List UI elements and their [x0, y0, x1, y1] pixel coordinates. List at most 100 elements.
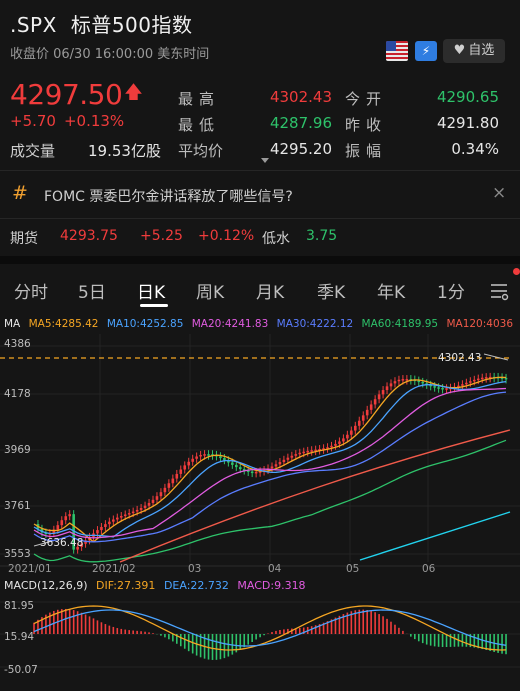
candle-body: [131, 511, 135, 514]
candle-body: [393, 381, 397, 384]
candle-body: [445, 388, 448, 390]
symbol-name: 标普500指数: [70, 13, 193, 37]
candle-body: [270, 466, 274, 469]
high-value: 4302.43: [269, 88, 332, 106]
candle-body: [231, 462, 234, 465]
tab-quarterly-k[interactable]: 季K: [317, 278, 345, 303]
candle-body: [461, 384, 464, 386]
up-arrow-icon: 🡅: [124, 82, 143, 103]
tab-1min[interactable]: 1分: [437, 278, 465, 303]
candle-body: [369, 404, 373, 410]
candle-body: [119, 515, 123, 518]
avg-label: 平均价: [178, 142, 224, 160]
amplitude-value: 0.34%: [451, 140, 499, 158]
candle-body: [350, 430, 353, 435]
futures-change-pct: +0.12%: [198, 228, 255, 244]
ma20-value: MA20:4241.83: [191, 318, 269, 330]
open-value: 4290.65: [436, 88, 499, 106]
chart-period-tabs: 分时 5日 日K 周K 月K 季K 年K 1分: [0, 266, 520, 310]
tab-5day[interactable]: 5日: [78, 278, 106, 303]
candle-body: [476, 378, 480, 381]
active-tab-indicator: [140, 304, 168, 307]
candle-body: [274, 464, 278, 467]
candle-body: [96, 530, 99, 534]
ma5-value: MA5:4285.42: [28, 318, 99, 330]
high-label: 最高: [178, 90, 221, 108]
macd-y-tick: 15.94: [4, 631, 35, 643]
candle-body: [155, 496, 159, 500]
x-tick-label: 03: [188, 563, 202, 575]
candle-body: [290, 455, 294, 458]
heart-icon: ♥: [453, 43, 466, 58]
candle-body: [465, 382, 468, 385]
macd-y-tick: -50.07: [4, 664, 38, 676]
candle-body: [127, 513, 131, 515]
tab-weekly-k[interactable]: 周K: [196, 278, 224, 303]
x-tick-label: 2021/02: [92, 563, 136, 575]
candle-body: [361, 415, 365, 421]
us-flag-icon[interactable]: [386, 41, 408, 61]
futures-change: +5.25: [140, 228, 183, 244]
candle-body: [385, 386, 389, 391]
ma10-value: MA10:4252.85: [106, 318, 184, 330]
candle-body: [199, 454, 202, 457]
candle-body: [179, 469, 183, 474]
candle-body: [469, 381, 472, 383]
news-banner[interactable]: # FOMC 票委巴尔金讲话释放了哪些信号? ×: [0, 178, 520, 214]
quote-header: .SPX 标普500指数 收盘价 06/30 16:00:00 美东时间 ⚡ ♥ 自…: [0, 0, 520, 66]
futures-row[interactable]: 期货 4293.75 +5.25 +0.12% 低水 3.75: [0, 226, 520, 250]
candle-body: [123, 514, 127, 517]
tab-yearly-k[interactable]: 年K: [377, 278, 405, 303]
candle-body: [306, 450, 309, 453]
close-icon[interactable]: ×: [492, 183, 506, 203]
prev-close-value: 4291.80: [436, 114, 499, 132]
candle-body: [473, 379, 476, 382]
candle-body: [60, 520, 64, 526]
chart-settings-icon[interactable]: [488, 280, 510, 302]
candle-body: [187, 461, 190, 466]
candle-body: [302, 451, 306, 454]
x-tick-label: 06: [422, 563, 436, 575]
lightning-ticket-icon[interactable]: ⚡: [415, 41, 437, 61]
candle-body: [147, 502, 151, 506]
candle-body: [397, 379, 401, 382]
news-headline[interactable]: FOMC 票委巴尔金讲话释放了哪些信号?: [44, 186, 293, 206]
candle-body: [294, 454, 298, 456]
candle-body: [68, 514, 71, 517]
low-label: 最低: [178, 116, 221, 134]
candle-body: [357, 420, 361, 426]
y-tick-label: 3553: [4, 548, 31, 560]
expand-caret-icon[interactable]: [261, 158, 269, 163]
candle-body: [338, 441, 341, 444]
low-value: 4287.96: [269, 114, 332, 132]
y-tick-label: 4178: [4, 388, 31, 400]
candle-body: [219, 456, 222, 459]
candle-body: [286, 457, 290, 460]
candle-body: [437, 387, 440, 389]
candle-body: [330, 445, 333, 448]
candle-body: [104, 524, 107, 527]
tab-monthly-k[interactable]: 月K: [256, 278, 284, 303]
candle-body: [484, 377, 488, 379]
candle-body: [108, 521, 111, 525]
annotation-leader: [483, 353, 509, 361]
tab-intraday[interactable]: 分时: [14, 278, 48, 303]
kline-chart[interactable]: [0, 334, 520, 691]
macd-y-tick: 81.95: [4, 600, 35, 612]
price-change: +5.70 +0.13%: [10, 112, 124, 130]
candle-body: [250, 471, 254, 474]
candle-body: [282, 459, 286, 463]
candle-body: [417, 380, 421, 383]
topic-icon: #: [12, 182, 28, 204]
candle-body: [354, 425, 357, 431]
basis-label: 低水: [262, 231, 290, 247]
add-favorite-button[interactable]: ♥ 自选: [443, 39, 505, 63]
candle-body: [116, 517, 119, 520]
ma-label: MA: [4, 318, 21, 330]
tab-daily-k[interactable]: 日K: [137, 278, 165, 303]
candle-body: [238, 467, 242, 470]
candle-body: [171, 478, 175, 484]
candle-body: [342, 438, 345, 442]
favorite-label: 自选: [468, 43, 495, 58]
macd-value: MACD:9.318: [237, 579, 306, 592]
